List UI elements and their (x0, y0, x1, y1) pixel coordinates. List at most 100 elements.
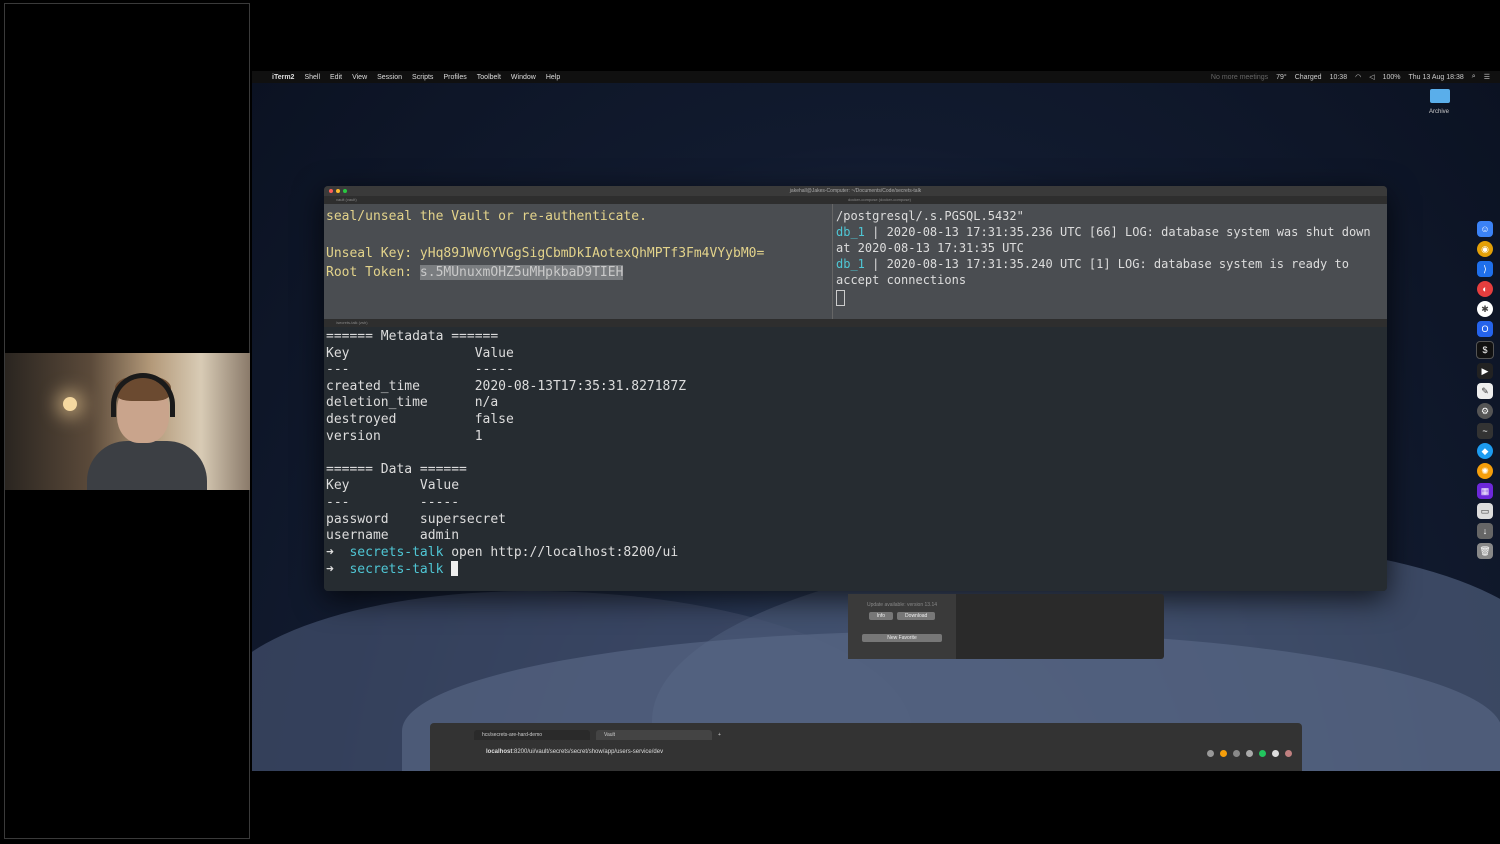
bookmark-star-icon[interactable] (1207, 750, 1214, 757)
app-blue-icon[interactable]: ◆ (1477, 443, 1493, 459)
window-controls (329, 189, 347, 193)
extension-icon[interactable] (1259, 750, 1266, 757)
close-window-button[interactable] (329, 189, 333, 193)
url-host: localhost (486, 749, 513, 755)
volume-icon[interactable]: ◁ (1369, 73, 1374, 81)
extension-icon[interactable] (1220, 750, 1227, 757)
minimize-window-button[interactable] (336, 189, 340, 193)
download-button[interactable]: Download (897, 612, 936, 620)
archive-folder-icon[interactable] (1430, 89, 1450, 103)
update-popup: Update available: version 13.14 Info Dow… (848, 594, 1164, 659)
chrome-icon[interactable]: ◉ (1477, 241, 1493, 257)
log-line: db_1 | 2020-08-13 17:31:35.236 UTC [66] … (836, 224, 1384, 256)
docker-compose-pane[interactable]: /postgresql/.s.PGSQL.5432" db_1 | 2020-0… (836, 208, 1384, 306)
menu-edit[interactable]: Edit (330, 74, 342, 81)
new-favorite-button[interactable]: New Favorite (862, 634, 942, 642)
update-buttons: Info Download (848, 612, 956, 620)
metadata-row: created_time 2020-08-13T17:35:31.827187Z (326, 378, 687, 394)
url-path: :8200/ui/vault/secrets/secret/show/app/u… (512, 749, 664, 755)
root-token-label: Root Token: (326, 264, 413, 280)
vscode-icon[interactable]: ⟩ (1477, 261, 1493, 277)
browser-window: hcs/secrets-are-hard-demo Vault + localh… (430, 723, 1302, 771)
unseal-key-value: yHq89JWV6YVGgSigCbmDkIAotexQhMPTf3Fm4VYy… (419, 246, 765, 261)
system-preferences-icon[interactable]: ⚙ (1477, 403, 1493, 419)
menu-window[interactable]: Window (511, 74, 536, 81)
wifi-icon[interactable]: ◠ (1355, 73, 1361, 81)
address-bar[interactable]: localhost:8200/ui/vault/secrets/secret/s… (486, 749, 1186, 759)
temperature-status[interactable]: 79° (1276, 74, 1287, 81)
lamp (63, 397, 77, 411)
app-orange-icon[interactable]: ✺ (1477, 463, 1493, 479)
log-text: | 2020-08-13 17:31:35.236 UTC [66] LOG: … (836, 225, 1371, 255)
app-red-icon[interactable]: ◐ (1477, 281, 1493, 297)
top-panes: seal/unseal the Vault or re-authenticate… (324, 204, 1387, 319)
iterm-icon[interactable]: $ (1476, 341, 1494, 359)
spotlight-icon[interactable]: ⌕ (1472, 73, 1476, 81)
browser-tabbar: hcs/secrets-are-hard-demo Vault + (430, 723, 1302, 747)
window-title-bar[interactable]: jakehall@Jakes-Computer: ~/Documents/Cod… (324, 186, 1387, 196)
menu-profiles[interactable]: Profiles (443, 74, 466, 81)
tab-secrets-talk[interactable]: /secrets-talk (zsh) (336, 320, 368, 325)
photos-icon[interactable]: ▦ (1477, 483, 1493, 499)
terminal-app-icon[interactable]: ▶ (1477, 363, 1493, 379)
menu-session[interactable]: Session (377, 74, 402, 81)
bottom-pane-tabbar: /secrets-talk (zsh) (324, 319, 1387, 327)
extension-icon[interactable] (1246, 750, 1253, 757)
battery-percent[interactable]: 100% (1383, 74, 1401, 81)
extension-icon[interactable] (1233, 750, 1240, 757)
update-popup-panel: Update available: version 13.14 Info Dow… (848, 594, 956, 659)
vault-output-line: seal/unseal the Vault or re-authenticate… (326, 209, 647, 224)
menu-toolbelt[interactable]: Toolbelt (477, 74, 501, 81)
service-name: db_1 (836, 225, 865, 239)
extension-icon[interactable] (1272, 750, 1279, 757)
profile-avatar[interactable] (1285, 750, 1292, 757)
metadata-separator: --- ----- (326, 362, 514, 378)
menu-iterm2[interactable]: iTerm2 (272, 74, 294, 81)
data-header: ====== Data ====== (326, 461, 467, 477)
control-center-icon[interactable]: ☰ (1484, 73, 1490, 81)
info-button[interactable]: Info (868, 612, 894, 620)
metadata-row: destroyed false (326, 411, 514, 427)
unseal-key-label: Unseal Key: (326, 246, 413, 261)
browser-tab-github[interactable]: hcs/secrets-are-hard-demo (474, 730, 590, 740)
downloads-icon[interactable]: ↓ (1477, 523, 1493, 539)
outlook-icon[interactable]: O (1477, 321, 1493, 337)
clock-short[interactable]: 10:38 (1330, 74, 1348, 81)
trash-icon[interactable]: 🗑 (1477, 543, 1493, 559)
extensions-bar (1207, 750, 1292, 757)
secrets-talk-pane[interactable]: ====== Metadata ====== Key Value --- ---… (324, 327, 1387, 591)
pane-divider[interactable] (832, 204, 833, 319)
preview-icon[interactable]: ▭ (1477, 503, 1493, 519)
presenter-body (87, 441, 207, 490)
menu-help[interactable]: Help (546, 74, 560, 81)
battery-status[interactable]: Charged (1295, 74, 1322, 81)
zoom-window-button[interactable] (343, 189, 347, 193)
menu-scripts[interactable]: Scripts (412, 74, 433, 81)
clock[interactable]: Thu 13 Aug 18:38 (1409, 74, 1464, 81)
webcam-video (5, 353, 250, 490)
data-columns: Key Value (326, 478, 460, 494)
vault-pane[interactable]: seal/unseal the Vault or re-authenticate… (326, 208, 831, 282)
menu-view[interactable]: View (352, 74, 367, 81)
prompt-directory: secrets-talk (349, 562, 444, 578)
tab-vault[interactable]: vault (vault) (336, 197, 357, 202)
log-line: db_1 | 2020-08-13 17:31:35.240 UTC [1] L… (836, 256, 1384, 288)
meetings-status[interactable]: No more meetings (1211, 74, 1268, 81)
prompt-directory: secrets-talk (349, 544, 444, 560)
finder-icon[interactable]: ☺ (1477, 221, 1493, 237)
command-text: open http://localhost:8200/ui (451, 544, 679, 560)
activity-monitor-icon[interactable]: ~ (1477, 423, 1493, 439)
metadata-columns: Key Value (326, 345, 514, 361)
data-separator: --- ----- (326, 494, 460, 510)
browser-tab-vault[interactable]: Vault (596, 730, 712, 740)
data-row: password supersecret (326, 511, 507, 527)
metadata-row: version 1 (326, 428, 483, 444)
update-message: Update available: version 13.14 (866, 602, 938, 608)
prompt-arrow: ➜ (326, 562, 334, 578)
notes-icon[interactable]: ✎ (1477, 383, 1493, 399)
new-tab-icon[interactable]: + (718, 732, 721, 738)
menu-shell[interactable]: Shell (304, 74, 320, 81)
slack-icon[interactable]: ✱ (1477, 301, 1493, 317)
tab-docker-compose[interactable]: docker-compose (docker-compose) (848, 196, 911, 204)
menu-bar: iTerm2 Shell Edit View Session Scripts P… (252, 71, 1500, 83)
